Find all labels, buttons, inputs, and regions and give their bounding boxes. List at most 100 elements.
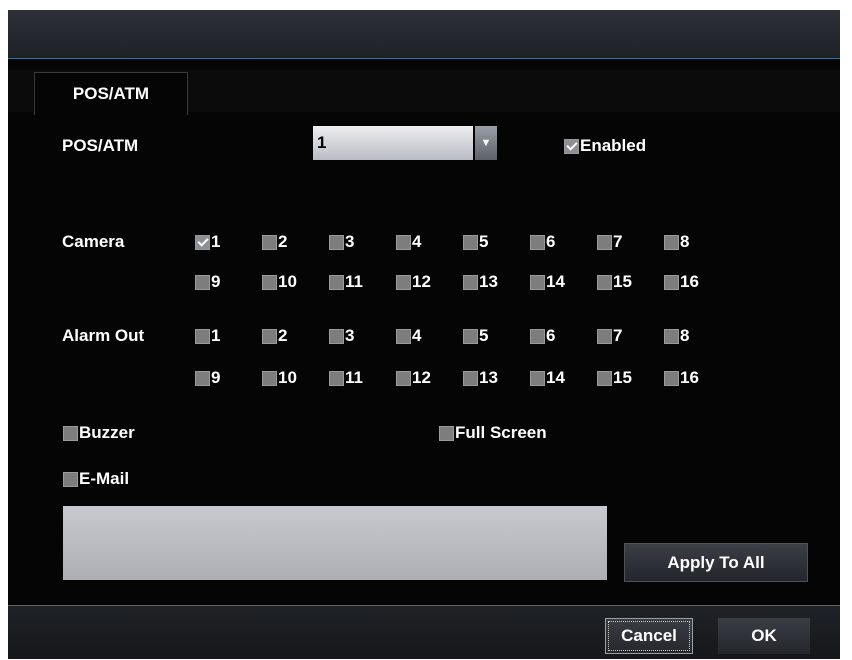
bottom-bar (8, 605, 840, 659)
checkbox-icon[interactable] (262, 328, 277, 344)
checkbox-icon[interactable] (664, 274, 679, 290)
enabled-label: Enabled (580, 136, 647, 155)
camera-checkbox-3[interactable]: 3 (329, 232, 354, 252)
checkbox-icon[interactable] (262, 274, 277, 290)
tab-pos-atm[interactable]: POS/ATM (34, 72, 188, 115)
camera-checkbox-label: 8 (680, 232, 690, 251)
checkbox-icon[interactable] (439, 425, 454, 441)
camera-checkbox-13[interactable]: 13 (463, 272, 498, 292)
checkbox-checked-icon[interactable] (195, 234, 210, 250)
chevron-down-icon[interactable]: ▼ (475, 126, 497, 160)
camera-checkbox-12[interactable]: 12 (396, 272, 431, 292)
full-screen-checkbox[interactable]: Full Screen (439, 423, 547, 443)
pos-atm-select-value[interactable]: 1 (313, 126, 473, 160)
alarm-out-checkbox-14[interactable]: 14 (530, 368, 565, 388)
alarm-out-checkbox-label: 10 (278, 368, 297, 387)
camera-checkbox-label: 11 (345, 272, 363, 291)
alarm-out-checkbox-13[interactable]: 13 (463, 368, 498, 388)
camera-checkbox-label: 4 (412, 232, 422, 251)
pos-atm-select[interactable]: 1 ▼ (313, 126, 497, 160)
alarm-out-checkbox-1[interactable]: 1 (195, 326, 220, 346)
camera-checkbox-15[interactable]: 15 (597, 272, 632, 292)
checkbox-icon[interactable] (195, 274, 210, 290)
checkbox-icon[interactable] (597, 274, 612, 290)
buzzer-checkbox[interactable]: Buzzer (63, 423, 135, 443)
alarm-out-checkbox-10[interactable]: 10 (262, 368, 297, 388)
alarm-out-checkbox-15[interactable]: 15 (597, 368, 632, 388)
alarm-out-checkbox-label: 4 (412, 326, 422, 345)
alarm-out-checkbox-label: 13 (479, 368, 498, 387)
alarm-out-checkbox-3[interactable]: 3 (329, 326, 354, 346)
alarm-out-checkbox-11[interactable]: 11 (329, 368, 363, 388)
camera-checkbox-5[interactable]: 5 (463, 232, 488, 252)
checkbox-icon[interactable] (597, 328, 612, 344)
checkbox-icon[interactable] (597, 234, 612, 250)
apply-to-all-button[interactable]: Apply To All (624, 543, 808, 582)
checkbox-icon[interactable] (262, 370, 277, 386)
alarm-out-checkbox-4[interactable]: 4 (396, 326, 421, 346)
camera-checkbox-label: 14 (546, 272, 565, 291)
checkbox-icon[interactable] (664, 328, 679, 344)
checkbox-icon[interactable] (329, 328, 344, 344)
camera-checkbox-label: 9 (211, 272, 221, 291)
checkbox-icon[interactable] (530, 274, 545, 290)
camera-checkbox-14[interactable]: 14 (530, 272, 565, 292)
alarm-out-checkbox-7[interactable]: 7 (597, 326, 622, 346)
cancel-button[interactable]: Cancel (605, 618, 693, 654)
camera-checkbox-6[interactable]: 6 (530, 232, 555, 252)
checkbox-checked-icon[interactable] (564, 138, 579, 154)
checkbox-icon[interactable] (396, 370, 411, 386)
ok-button[interactable]: OK (718, 618, 810, 654)
checkbox-icon[interactable] (664, 370, 679, 386)
camera-checkbox-2[interactable]: 2 (262, 232, 287, 252)
checkbox-icon[interactable] (463, 274, 478, 290)
checkbox-icon[interactable] (664, 234, 679, 250)
alarm-out-label: Alarm Out (62, 326, 145, 345)
checkbox-icon[interactable] (195, 370, 210, 386)
email-address-box[interactable] (63, 506, 607, 580)
checkbox-icon[interactable] (329, 234, 344, 250)
checkbox-icon[interactable] (530, 234, 545, 250)
camera-checkbox-label: 3 (345, 232, 355, 251)
checkbox-icon[interactable] (530, 328, 545, 344)
camera-checkbox-8[interactable]: 8 (664, 232, 689, 252)
alarm-out-checkbox-9[interactable]: 9 (195, 368, 220, 388)
alarm-out-checkbox-label: 2 (278, 326, 288, 345)
camera-checkbox-16[interactable]: 16 (664, 272, 699, 292)
checkbox-icon[interactable] (463, 328, 478, 344)
checkbox-icon[interactable] (63, 425, 78, 441)
checkbox-icon[interactable] (396, 328, 411, 344)
camera-checkbox-label: 13 (479, 272, 498, 291)
alarm-out-checkbox-16[interactable]: 16 (664, 368, 699, 388)
alarm-out-checkbox-label: 16 (680, 368, 699, 387)
alarm-out-checkbox-6[interactable]: 6 (530, 326, 555, 346)
alarm-out-checkbox-5[interactable]: 5 (463, 326, 488, 346)
camera-checkbox-label: 12 (412, 272, 431, 291)
alarm-out-checkbox-12[interactable]: 12 (396, 368, 431, 388)
alarm-out-checkbox-2[interactable]: 2 (262, 326, 287, 346)
checkbox-icon[interactable] (597, 370, 612, 386)
camera-checkbox-label: 7 (613, 232, 623, 251)
camera-checkbox-7[interactable]: 7 (597, 232, 622, 252)
camera-checkbox-1[interactable]: 1 (195, 232, 220, 252)
camera-checkbox-4[interactable]: 4 (396, 232, 421, 252)
camera-checkbox-9[interactable]: 9 (195, 272, 220, 292)
checkbox-icon[interactable] (463, 370, 478, 386)
checkbox-icon[interactable] (396, 234, 411, 250)
checkbox-icon[interactable] (262, 234, 277, 250)
camera-checkbox-11[interactable]: 11 (329, 272, 363, 292)
camera-checkbox-10[interactable]: 10 (262, 272, 297, 292)
checkbox-icon[interactable] (463, 234, 478, 250)
checkbox-icon[interactable] (63, 471, 78, 487)
checkbox-icon[interactable] (195, 328, 210, 344)
enabled-checkbox[interactable]: Enabled (564, 136, 646, 156)
checkbox-icon[interactable] (396, 274, 411, 290)
alarm-out-checkbox-label: 3 (345, 326, 355, 345)
email-checkbox[interactable]: E-Mail (63, 469, 129, 489)
checkbox-icon[interactable] (329, 370, 344, 386)
checkbox-icon[interactable] (530, 370, 545, 386)
checkbox-icon[interactable] (329, 274, 344, 290)
title-bar (8, 10, 840, 59)
alarm-out-checkbox-8[interactable]: 8 (664, 326, 689, 346)
camera-checkbox-label: 2 (278, 232, 288, 251)
